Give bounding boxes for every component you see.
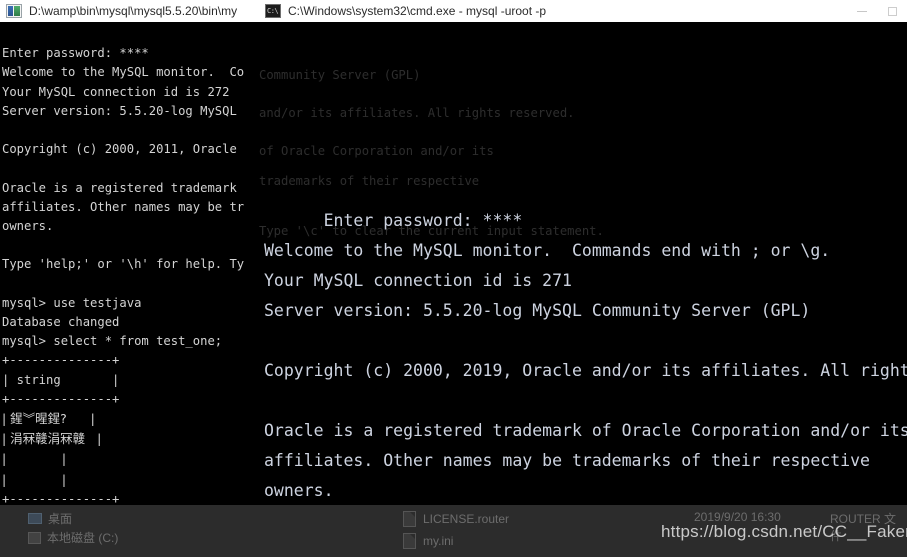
maximize-button[interactable] [877, 0, 907, 22]
tree-item-desktop[interactable]: 桌面 [28, 509, 118, 528]
blog-watermark: https://blog.csdn.net/CC__Faker [661, 522, 907, 541]
ghost-line-4: trademarks of their respective [259, 174, 480, 188]
titlebar-right-window[interactable]: C:\ C:\Windows\system32\cmd.exe - mysql … [259, 0, 907, 22]
window-left-title: D:\wamp\bin\mysql\mysql5.5.20\bin\my [29, 4, 238, 18]
console-left-table-rows: | 鍟︾暒鍟? | | 涓冧竷涓冧竷 | | | | | [2, 411, 102, 487]
desktop-folder-icon [28, 513, 42, 524]
tree-item-localdisk[interactable]: 本地磁盘 (C:) [28, 528, 118, 547]
explorer-file-list[interactable]: LICENSE.router my.ini [403, 508, 509, 552]
cmd-icon: C:\ [265, 4, 281, 18]
file-name: my.ini [423, 534, 454, 548]
file-name: LICENSE.router [423, 512, 510, 526]
titlebar-left-window[interactable]: D:\wamp\bin\mysql\mysql5.5.20\bin\my [0, 0, 259, 22]
settings-file-icon [403, 533, 416, 549]
ghost-line-3: of Oracle Corporation and/or its [259, 144, 494, 158]
minimize-button[interactable] [847, 0, 877, 22]
console-left-header: Enter password: **** Welcome to the MySQ… [2, 46, 245, 406]
tree-item-localdisk-label: 本地磁盘 (C:) [47, 531, 119, 545]
window-cmd-mysql[interactable]: C:\ C:\Windows\system32\cmd.exe - mysql … [259, 0, 907, 508]
console-output-right[interactable]: Community Server (GPL) and/or its affili… [259, 22, 907, 508]
window-mysql-wamp[interactable]: D:\wamp\bin\mysql\mysql5.5.20\bin\my Ent… [0, 0, 259, 510]
desktop-screen: D:\wamp\bin\mysql\mysql5.5.20\bin\my Ent… [0, 0, 907, 557]
window-controls [847, 0, 907, 22]
explorer-tree[interactable]: 桌面 本地磁盘 (C:) [28, 509, 118, 547]
console-output-left[interactable]: Enter password: **** Welcome to the MySQ… [0, 22, 259, 510]
wamp-icon [6, 4, 22, 18]
list-item[interactable]: my.ini [403, 530, 509, 552]
tree-item-desktop-label: 桌面 [48, 512, 73, 526]
document-icon [403, 511, 416, 527]
ghost-line-2: and/or its affiliates. All rights reserv… [259, 106, 575, 120]
console-right-text: Enter password: **** Welcome to the MySQ… [264, 211, 907, 500]
ghost-line-1: Community Server (GPL) [259, 68, 421, 82]
disk-icon [28, 531, 41, 544]
window-right-title: C:\Windows\system32\cmd.exe - mysql -uro… [288, 4, 547, 18]
list-item[interactable]: LICENSE.router [403, 508, 509, 530]
